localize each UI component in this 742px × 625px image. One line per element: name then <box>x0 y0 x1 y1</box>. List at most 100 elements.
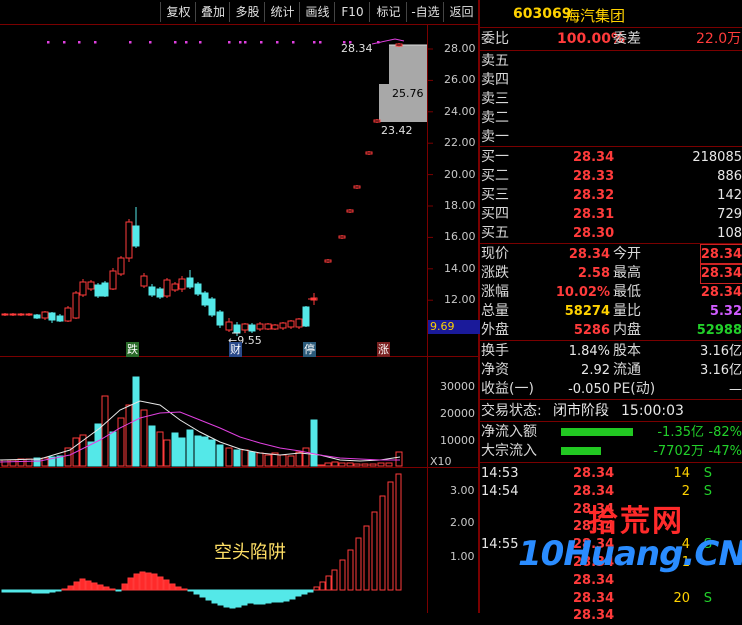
candle[interactable] <box>256 323 264 330</box>
candle[interactable] <box>178 278 186 290</box>
volume-bar <box>101 395 109 467</box>
box-upper <box>389 45 427 85</box>
candle[interactable] <box>125 221 133 259</box>
macd-bar <box>157 576 164 591</box>
stock-terminal: 复权 叠加 多股 统计 画线 F10 标记 -自选 返回 28.34 25.76… <box>0 0 742 623</box>
macd-bar <box>97 584 104 591</box>
volume-bar <box>216 444 224 467</box>
candle[interactable] <box>41 311 49 319</box>
candle[interactable] <box>287 320 295 328</box>
fundamental-value: 1.84% <box>568 344 610 359</box>
candle[interactable] <box>295 318 303 328</box>
candle[interactable] <box>194 283 202 295</box>
candle[interactable] <box>324 259 332 263</box>
buy-level-price: 28.31 <box>573 207 615 222</box>
volume-bar <box>385 462 393 467</box>
candle[interactable] <box>9 313 17 316</box>
macd-bar <box>205 589 212 601</box>
buy-level-row[interactable]: 买三 28.32 142 <box>481 186 742 205</box>
candle[interactable] <box>373 119 381 123</box>
volume-bar <box>194 435 202 467</box>
candle[interactable] <box>87 281 95 290</box>
candle[interactable] <box>353 185 361 189</box>
tick-row[interactable]: 14:53 28.34 14 S <box>481 464 742 482</box>
candle[interactable] <box>72 292 80 319</box>
volume-bar <box>302 447 310 467</box>
quote-value: 58274 <box>564 304 610 319</box>
candle[interactable] <box>208 298 216 316</box>
buy-level-row[interactable]: 买五 28.30 108 <box>481 224 742 243</box>
candle[interactable] <box>279 322 287 329</box>
buy-level-row[interactable]: 买二 28.33 886 <box>481 167 742 186</box>
candle[interactable] <box>248 324 256 332</box>
macd-bar <box>363 525 370 591</box>
candle[interactable] <box>346 209 354 213</box>
candle[interactable] <box>17 313 25 316</box>
event-tag-finance[interactable]: 财 <box>229 342 242 357</box>
candle[interactable] <box>186 277 194 288</box>
volume-bar <box>395 451 403 467</box>
candle[interactable] <box>302 306 310 327</box>
tick-side: S <box>703 466 712 481</box>
candle[interactable] <box>109 270 117 290</box>
candle[interactable] <box>33 314 41 319</box>
candle[interactable] <box>148 286 156 296</box>
candle[interactable] <box>225 321 233 331</box>
candle[interactable] <box>56 315 64 322</box>
macd-axis-1: 1.00 <box>450 550 475 563</box>
candle[interactable] <box>64 307 72 322</box>
candle[interactable] <box>233 324 241 334</box>
fundamental-row: 换手 1.84% 股本 3.16亿 <box>481 342 742 361</box>
candle[interactable] <box>163 279 171 297</box>
candle[interactable] <box>264 323 272 330</box>
candle[interactable] <box>1 313 9 316</box>
volume-bar <box>287 455 295 467</box>
candle[interactable] <box>216 311 224 326</box>
candle[interactable] <box>79 281 87 296</box>
event-tag-limit-up[interactable]: 涨 <box>377 342 390 357</box>
macd-bar <box>289 589 296 600</box>
volume-bar <box>9 459 17 467</box>
event-tag-drop[interactable]: 跌 <box>126 342 139 357</box>
macd-bar <box>395 473 402 591</box>
volume-bar <box>186 429 194 467</box>
candle[interactable] <box>171 283 179 291</box>
candle[interactable] <box>132 225 140 247</box>
quote-label-2: 最低 <box>613 284 641 300</box>
candle[interactable] <box>48 312 56 321</box>
sell-level-row: 卖三 <box>481 90 742 109</box>
event-tag-halt[interactable]: 停 <box>303 342 316 357</box>
quote-label-2: 量比 <box>613 303 641 319</box>
candle[interactable] <box>25 313 33 316</box>
buy-level-price: 28.34 <box>573 150 615 165</box>
candle[interactable] <box>117 257 125 275</box>
quote-value-2: 28.34 <box>700 285 742 300</box>
candle[interactable] <box>101 282 109 297</box>
macd-bar <box>283 589 290 602</box>
macd-bar <box>181 588 188 591</box>
signal-dot <box>185 41 188 44</box>
buy-level-row[interactable]: 买一 28.34 218085 <box>481 148 742 167</box>
fundamental-label: 收益(一) <box>481 381 534 397</box>
candle[interactable] <box>365 151 373 155</box>
quote-label: 涨幅 <box>481 284 509 300</box>
macd-bar <box>73 581 80 591</box>
quote-value-2: 28.34 <box>699 244 742 265</box>
candle[interactable] <box>271 324 279 330</box>
buy-level-row[interactable]: 买四 28.31 729 <box>481 205 742 224</box>
sell-level-label: 卖五 <box>481 53 509 69</box>
tick-row[interactable]: 28.34 20 S <box>481 589 742 607</box>
tick-row[interactable]: 28.34 <box>481 606 742 624</box>
candle[interactable] <box>338 235 346 239</box>
candle[interactable] <box>140 275 148 287</box>
candle[interactable] <box>156 288 164 298</box>
signal-dot <box>276 41 279 44</box>
candle[interactable] <box>94 284 102 297</box>
order-ratio-label: 委比 <box>481 31 509 47</box>
candle[interactable] <box>241 323 249 331</box>
macd-bar <box>229 589 236 609</box>
trade-status-time: 15:00:03 <box>621 403 684 419</box>
candle[interactable] <box>395 43 403 47</box>
fund-flow-label: 大宗流入 <box>481 443 537 459</box>
candle[interactable] <box>201 292 209 306</box>
